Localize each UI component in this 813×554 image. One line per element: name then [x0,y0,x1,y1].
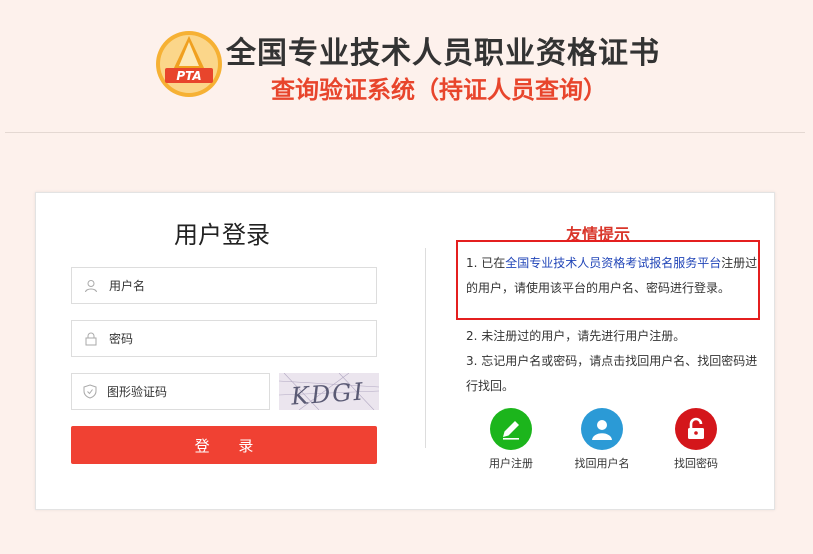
find-password-label[interactable]: 找回密码 [661,455,731,471]
username-input[interactable] [109,278,309,293]
username-field[interactable] [71,267,377,304]
page-title: 全国专业技术人员职业资格证书 [226,36,660,71]
tip-2: 2. 未注册过的用户，请先进行用户注册。 [466,329,686,343]
captcha-image[interactable]: KDGI [279,373,379,410]
header-divider [5,132,805,133]
captcha-field[interactable] [71,373,270,410]
pta-logo: PTA [155,30,223,98]
pencil-icon[interactable] [490,408,532,450]
logo-text: PTA [176,69,201,83]
captcha-input[interactable] [107,384,269,399]
tip-1: 1. 已在全国专业技术人员资格考试报名服务平台注册过的用户，请使用该平台的用户名… [466,251,760,301]
find-password-button[interactable]: 找回密码 [661,408,731,471]
find-username-button[interactable]: 找回用户名 [567,408,637,471]
tip-3: 3. 忘记用户名或密码，请点击找回用户名、找回密码进行找回。 [466,354,758,393]
shield-icon [83,384,97,400]
register-label[interactable]: 用户注册 [476,455,546,471]
tip-1-prefix: 1. 已在 [466,256,506,270]
password-input[interactable] [109,331,309,346]
login-card: 用户登录 KDGI 登 录 [35,192,775,510]
vertical-divider [425,248,426,448]
captcha-text: KDGI [289,378,366,410]
lock-icon [83,331,99,347]
password-field[interactable] [71,320,377,357]
login-button[interactable]: 登 录 [71,426,377,464]
find-username-label[interactable]: 找回用户名 [567,455,637,471]
user-icon [83,278,99,294]
login-title: 用户登录 [174,221,270,249]
lock-icon[interactable] [675,408,717,450]
registration-platform-link[interactable]: 全国专业技术人员资格考试报名服务平台 [505,256,721,270]
page-header: PTA 全国专业技术人员职业资格证书 查询验证系统（持证人员查询） [0,0,813,132]
page-subtitle: 查询验证系统（持证人员查询） [271,76,607,104]
user-icon[interactable] [581,408,623,450]
register-button[interactable]: 用户注册 [476,408,546,471]
